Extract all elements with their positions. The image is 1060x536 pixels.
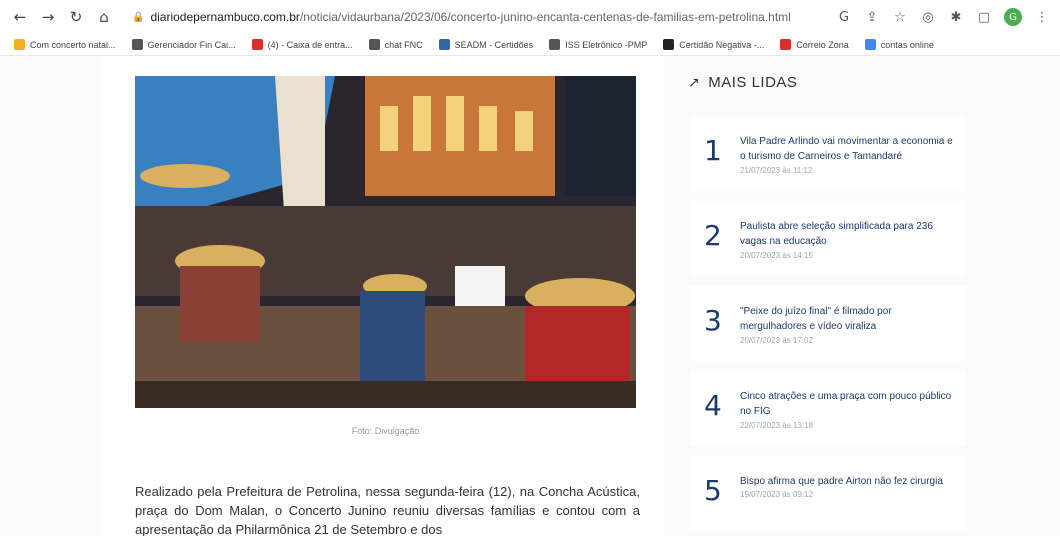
most-read-item[interactable]: 5 Bispo afirma que padre Airton não fez c… xyxy=(690,456,966,531)
menu-icon[interactable]: ⋮ xyxy=(1034,10,1050,25)
bookmark-label: Certidão Negativa -... xyxy=(679,39,765,50)
most-read-title: ↗ MAIS LIDAS xyxy=(688,74,797,91)
lock-icon[interactable]: 🔒 xyxy=(132,12,144,23)
bookmark-favicon-icon xyxy=(864,39,876,50)
rank-number: 3 xyxy=(704,304,722,337)
bookmark-favicon-icon xyxy=(14,39,25,50)
rank-number: 5 xyxy=(704,474,722,507)
bookmark-label: ISS Eletrônico -PMP xyxy=(565,39,648,50)
page-content: Foto: Divulgação Realizado pela Prefeitu… xyxy=(0,56,1060,536)
article-body: Realizado pela Prefeitura de Petrolina, … xyxy=(135,484,640,536)
bookmark-favicon-icon xyxy=(368,39,380,50)
reload-icon[interactable]: ↻ xyxy=(66,7,86,27)
article-photo xyxy=(135,76,636,408)
star-icon[interactable]: ☆ xyxy=(892,10,908,25)
bookmark-label: SEADM - Certidões xyxy=(454,39,534,50)
news-date: 20/07/2023 às 14:15 xyxy=(740,251,813,260)
bookmarks-bar: Com concerto natal... Gerenciador Fin Cai… xyxy=(0,34,1060,56)
news-headline-link[interactable]: Bispo afirma que padre Airton não fez ci… xyxy=(740,474,960,489)
bookmark-item[interactable]: contas online xyxy=(864,39,934,50)
profile-avatar[interactable]: G xyxy=(1004,8,1022,26)
most-read-item[interactable]: 4 Cinco atrações e uma praça com pouco pú… xyxy=(690,371,966,446)
home-icon[interactable]: ⌂ xyxy=(94,7,114,27)
news-headline-link[interactable]: Vila Padre Arlindo vai movimentar a econ… xyxy=(740,134,960,164)
news-date: 20/07/2023 às 17:02 xyxy=(740,336,813,345)
bookmark-favicon-icon xyxy=(780,39,792,50)
news-date: 22/07/2023 às 13:18 xyxy=(740,421,813,430)
bookmark-label: (4) - Caixa de entra... xyxy=(267,39,353,50)
rank-number: 4 xyxy=(704,389,722,422)
news-headline-link[interactable]: "Peixe do juízo final" é filmado por mer… xyxy=(740,304,960,334)
bookmark-item[interactable]: Com concerto natal... xyxy=(14,39,116,50)
bookmark-item[interactable]: SEADM - Certidões xyxy=(438,39,534,50)
article: Foto: Divulgação Realizado pela Prefeitu… xyxy=(100,56,664,536)
bookmark-item[interactable]: Gerenciador Fin Cai... xyxy=(131,39,236,50)
url-path: /noticia/vidaurbana/2023/06/concerto-jun… xyxy=(299,10,791,24)
bookmark-item[interactable]: ISS Eletrônico -PMP xyxy=(549,39,647,50)
bookmark-favicon-icon xyxy=(549,39,561,50)
bookmark-item[interactable]: chat FNC xyxy=(368,39,423,50)
photo-caption: Foto: Divulgação xyxy=(351,426,420,436)
back-arrow-icon[interactable]: ← xyxy=(10,7,30,27)
bookmark-label: Gerenciador Fin Cai... xyxy=(147,39,236,50)
bookmark-label: chat FNC xyxy=(384,39,423,50)
extensions-icon[interactable]: ✱ xyxy=(948,10,964,25)
google-icon[interactable]: G xyxy=(836,10,852,25)
most-read-item[interactable]: 3 "Peixe do juízo final" é filmado por me… xyxy=(690,286,966,361)
bookmark-favicon-icon xyxy=(663,39,675,50)
browser-toolbar: ← → ↻ ⌂ 🔒 diariodepernambuco.com.br/noti… xyxy=(0,0,1060,34)
news-date: 19/07/2023 às 09:12 xyxy=(740,490,813,499)
bookmark-item[interactable]: (4) - Caixa de entra... xyxy=(251,39,353,50)
bookmark-label: contas online xyxy=(880,39,934,50)
bookmark-favicon-icon xyxy=(438,39,450,50)
share-icon[interactable]: ⇪ xyxy=(864,10,880,25)
most-read-heading: MAIS LIDAS xyxy=(708,74,798,91)
bookmark-item[interactable]: Certidão Negativa -... xyxy=(663,39,764,50)
forward-arrow-icon[interactable]: → xyxy=(38,7,58,27)
bookmark-label: Correio Zona xyxy=(796,39,849,50)
camera-icon[interactable]: ◎ xyxy=(920,10,936,25)
toolbar-actions: G ⇪ ☆ ◎ ✱ ▢ G ⋮ xyxy=(836,8,1050,26)
bookmark-favicon-icon xyxy=(131,39,143,50)
most-read-sidebar: ↗ MAIS LIDAS 1 Vila Padre Arlindo vai mov… xyxy=(688,56,970,536)
news-headline-link[interactable]: Cinco atrações e uma praça com pouco púb… xyxy=(740,389,960,419)
bookmark-favicon-icon xyxy=(251,39,263,50)
most-read-item[interactable]: 2 Paulista abre seleção simplificada para… xyxy=(690,201,966,276)
news-date: 21/07/2023 às 11:12 xyxy=(740,166,813,175)
most-read-item[interactable]: 1 Vila Padre Arlindo vai movimentar a eco… xyxy=(690,116,966,191)
url-domain: diariodepernambuco.com.br xyxy=(150,10,300,24)
rank-number: 1 xyxy=(704,134,722,167)
bookmark-label: Com concerto natal... xyxy=(30,39,116,50)
sidepanel-icon[interactable]: ▢ xyxy=(976,10,992,25)
address-bar[interactable]: diariodepernambuco.com.br/noticia/vidaur… xyxy=(150,10,826,24)
news-headline-link[interactable]: Paulista abre seleção simplificada para … xyxy=(740,219,960,249)
rank-number: 2 xyxy=(704,219,722,252)
bookmark-item[interactable]: Correio Zona xyxy=(780,39,849,50)
trending-icon: ↗ xyxy=(688,74,701,91)
